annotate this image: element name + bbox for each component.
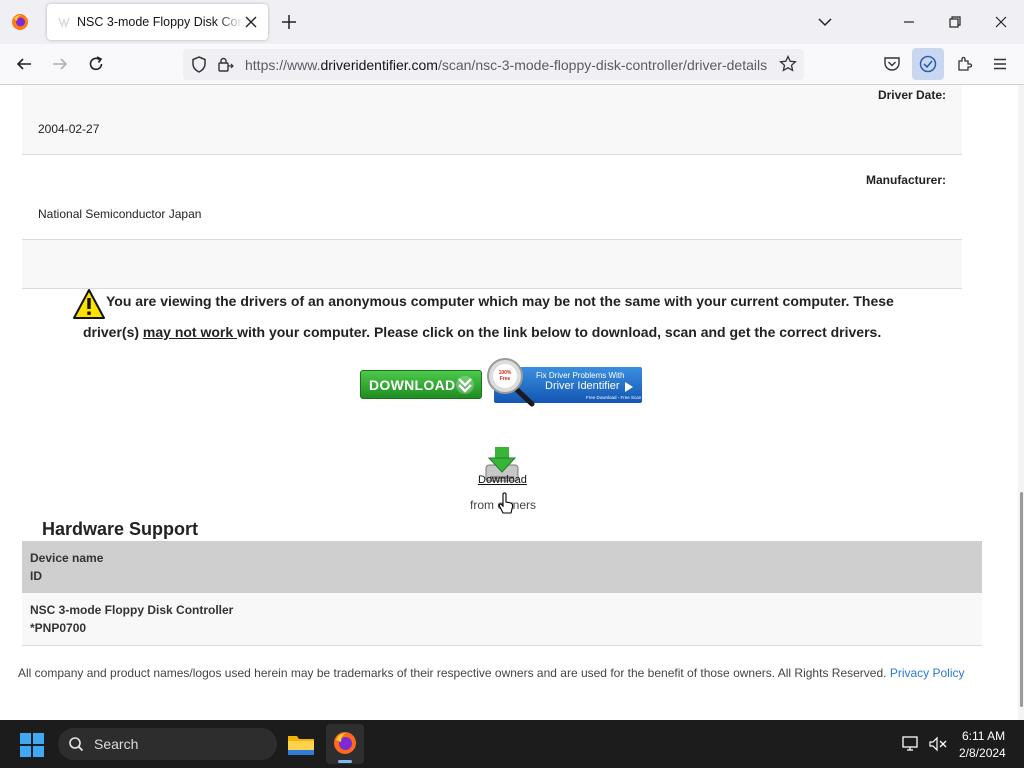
list-all-tabs-chevron-icon[interactable] — [817, 14, 833, 30]
banner-line3: Free Download - Free Scan — [586, 395, 642, 400]
bookmark-star-icon[interactable] — [779, 55, 797, 73]
network-monitor-icon[interactable] — [902, 736, 920, 752]
table-row: NSC 3-mode Floppy Disk Controller *PNP07… — [22, 593, 982, 646]
driver-date-label: Driver Date: — [877, 88, 946, 102]
extension-check-icon — [919, 55, 937, 73]
new-tab-icon[interactable] — [280, 13, 298, 31]
footer-disclaimer: All company and product names/logos used… — [18, 666, 890, 680]
privacy-policy-link[interactable]: Privacy Policy — [890, 666, 965, 680]
tracking-protection-shield-icon[interactable] — [191, 56, 207, 73]
taskbar-clock-date[interactable]: 2/8/2024 — [959, 746, 1006, 760]
taskbar-search-placeholder: Search — [94, 736, 139, 752]
reload-icon[interactable] — [87, 55, 105, 73]
warning-line2-suffix: with your computer. Please click on the … — [237, 324, 882, 340]
browser-tab-active[interactable]: NSC 3-mode Floppy Disk Controller — [47, 4, 268, 40]
download-button[interactable]: DOWNLOAD — [360, 370, 482, 399]
hardware-support-heading: Hardware Support — [42, 519, 199, 539]
manufacturer-value: National Semiconductor Japan — [38, 207, 202, 221]
play-triangle-icon — [625, 382, 633, 392]
web-page-content: Driver Date: 2004-02-27 Manufacturer: Na… — [0, 85, 1024, 720]
magnifier-free-badge-icon: 100% Free — [487, 358, 535, 407]
download-from-owners-link[interactable]: Download — [478, 474, 527, 486]
url-domain: driveridentifier.com — [320, 57, 438, 73]
window-minimize-icon[interactable] — [901, 14, 917, 30]
hand-pointer-cursor-icon — [498, 492, 514, 514]
device-name-cell: NSC 3-mode Floppy Disk Controller — [30, 603, 234, 617]
taskbar-firefox-button[interactable] — [326, 724, 364, 764]
app-menu-hamburger-icon[interactable] — [991, 55, 1009, 73]
hardware-table-header: Device name ID — [22, 541, 982, 593]
manufacturer-label: Manufacturer: — [865, 173, 946, 187]
device-name-header: Device name — [30, 551, 104, 565]
id-header: ID — [30, 569, 42, 583]
extensions-puzzle-icon[interactable] — [956, 55, 974, 73]
browser-navigation-bar: https://www.driveridentifier.com/scan/ns… — [0, 44, 1024, 85]
forward-arrow-icon[interactable] — [51, 55, 69, 73]
windows-taskbar: Search 6:11 AM 2/8/2024 — [0, 720, 1024, 768]
double-chevron-down-icon — [456, 376, 474, 394]
running-indicator — [338, 760, 352, 763]
firefox-menu-icon[interactable] — [11, 13, 29, 31]
page-favicon-icon — [58, 17, 70, 29]
tab-title: NSC 3-mode Floppy Disk Controller — [77, 15, 243, 29]
warning-line2-prefix: driver(s) — [83, 324, 143, 340]
svg-text:Free: Free — [500, 376, 511, 382]
window-restore-icon[interactable] — [947, 14, 963, 30]
firefox-icon — [334, 732, 356, 754]
address-bar[interactable]: https://www.driveridentifier.com/scan/ns… — [183, 49, 804, 80]
site-security-lock-icon[interactable] — [217, 56, 235, 74]
close-tab-icon[interactable] — [242, 13, 260, 31]
driver-date-value: 2004-02-27 — [38, 122, 100, 136]
taskbar-clock-time[interactable]: 6:11 AM — [962, 729, 1005, 743]
extension-button-active[interactable] — [912, 48, 944, 80]
warning-text-line2: driver(s) may not work with your compute… — [83, 324, 881, 340]
download-button-label: DOWNLOAD — [369, 377, 456, 393]
empty-detail-row — [22, 240, 962, 289]
footer-legal-text: All company and product names/logos used… — [18, 666, 965, 680]
volume-muted-icon[interactable] — [929, 736, 947, 752]
back-arrow-icon[interactable] — [15, 55, 33, 73]
scrollbar-thumb[interactable] — [1020, 492, 1023, 707]
url-prefix: https://www. — [245, 57, 321, 73]
banner-line1: Fix Driver Problems With — [536, 371, 625, 380]
window-close-icon[interactable] — [993, 14, 1009, 30]
device-id-cell: *PNP0700 — [30, 621, 87, 635]
url-text[interactable]: https://www.driveridentifier.com/scan/ns… — [245, 57, 770, 73]
windows-start-icon[interactable] — [20, 733, 44, 757]
manufacturer-row: Manufacturer: National Semiconductor Jap… — [22, 155, 962, 240]
search-icon — [69, 737, 84, 752]
banner-line2: Driver Identifier — [545, 380, 620, 392]
warning-text-line1: You are viewing the drivers of an anonym… — [106, 293, 894, 309]
taskbar-search-box[interactable]: Search — [58, 728, 277, 760]
driver-identifier-scan-banner[interactable]: Fix Driver Problems With Driver Identifi… — [486, 357, 644, 409]
url-path: /scan/nsc-3-mode-floppy-disk-controller/… — [437, 57, 768, 73]
page-scrollbar[interactable] — [1018, 85, 1024, 720]
file-explorer-icon[interactable] — [286, 730, 316, 758]
may-not-work-text: may not work — [142, 324, 238, 340]
driver-date-row: Driver Date: 2004-02-27 — [22, 85, 962, 155]
warning-triangle-icon — [73, 289, 105, 319]
pocket-icon[interactable] — [883, 55, 901, 73]
browser-tab-bar: NSC 3-mode Floppy Disk Controller — [0, 0, 1024, 44]
